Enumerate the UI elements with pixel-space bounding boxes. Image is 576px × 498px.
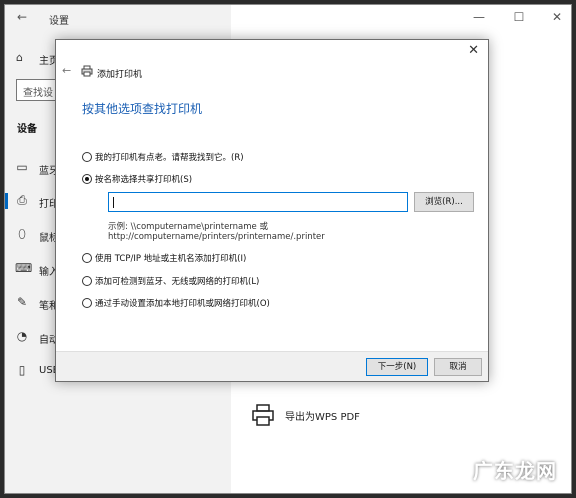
mouse-icon: ⬯ — [18, 227, 26, 241]
radio-label: 通过手动设置添加本地打印机或网络打印机(O) — [95, 299, 270, 309]
browse-button[interactable]: 浏览(R)... — [414, 192, 474, 212]
printer-name: 导出为WPS PDF — [285, 412, 360, 423]
radio-label: 添加可检测到蓝牙、无线或网络的打印机(L) — [95, 277, 260, 287]
add-printer-dialog: ✕ ← 添加打印机 按其他选项查找打印机 我的打印机有点老。请帮我找到它。(R)… — [55, 39, 489, 382]
printer-icon: ⎙ — [17, 193, 27, 207]
printer-icon — [252, 404, 274, 426]
watermark-text: 广东龙网 — [473, 459, 557, 483]
active-indicator — [5, 193, 8, 209]
usb-icon: ▯ — [18, 363, 26, 377]
printer-icon — [81, 65, 93, 77]
settings-titlebar: ← 设置 — ☐ ✕ — [5, 5, 571, 31]
minimize-icon[interactable]: — — [472, 10, 486, 24]
dialog-heading: 按其他选项查找打印机 — [82, 102, 203, 116]
radio-button[interactable] — [82, 152, 92, 162]
window-title: 设置 — [49, 16, 69, 27]
pen-icon: ✎ — [16, 295, 28, 309]
cancel-button[interactable]: 取消 — [434, 358, 482, 376]
text-caret — [113, 197, 114, 208]
next-button[interactable]: 下一步(N) — [366, 358, 428, 376]
autoplay-icon: ◔ — [16, 329, 28, 343]
radio-button[interactable] — [82, 298, 92, 308]
dialog-title: 添加打印机 — [97, 70, 143, 80]
example-text-line2: http://computername/printers/printername… — [108, 232, 325, 242]
keyboard-icon: ⌨ — [15, 261, 33, 275]
section-heading-devices: 设备 — [17, 124, 37, 135]
example-text-line1: 示例: \\computername\printername 或 — [108, 222, 268, 232]
search-placeholder: 查找设 — [23, 88, 53, 99]
radio-button[interactable] — [82, 253, 92, 263]
dialog-back-arrow-icon[interactable]: ← — [62, 64, 71, 77]
radio-button-checked[interactable] — [82, 174, 92, 184]
radio-label: 我的打印机有点老。请帮我找到它。(R) — [95, 153, 244, 163]
dialog-footer: 下一步(N) 取消 — [56, 351, 488, 381]
dialog-close-icon[interactable]: ✕ — [468, 43, 479, 58]
back-arrow-icon[interactable]: ← — [17, 10, 27, 24]
radio-label: 使用 TCP/IP 地址或主机名添加打印机(I) — [95, 254, 247, 264]
close-icon[interactable]: ✕ — [550, 10, 564, 24]
maximize-icon[interactable]: ☐ — [512, 10, 526, 24]
radio-button[interactable] — [82, 276, 92, 286]
home-icon[interactable]: ⌂ — [16, 51, 23, 64]
printer-path-input[interactable] — [108, 192, 408, 212]
radio-label: 按名称选择共享打印机(S) — [95, 175, 193, 185]
bluetooth-devices-icon: ▭ — [16, 160, 28, 174]
